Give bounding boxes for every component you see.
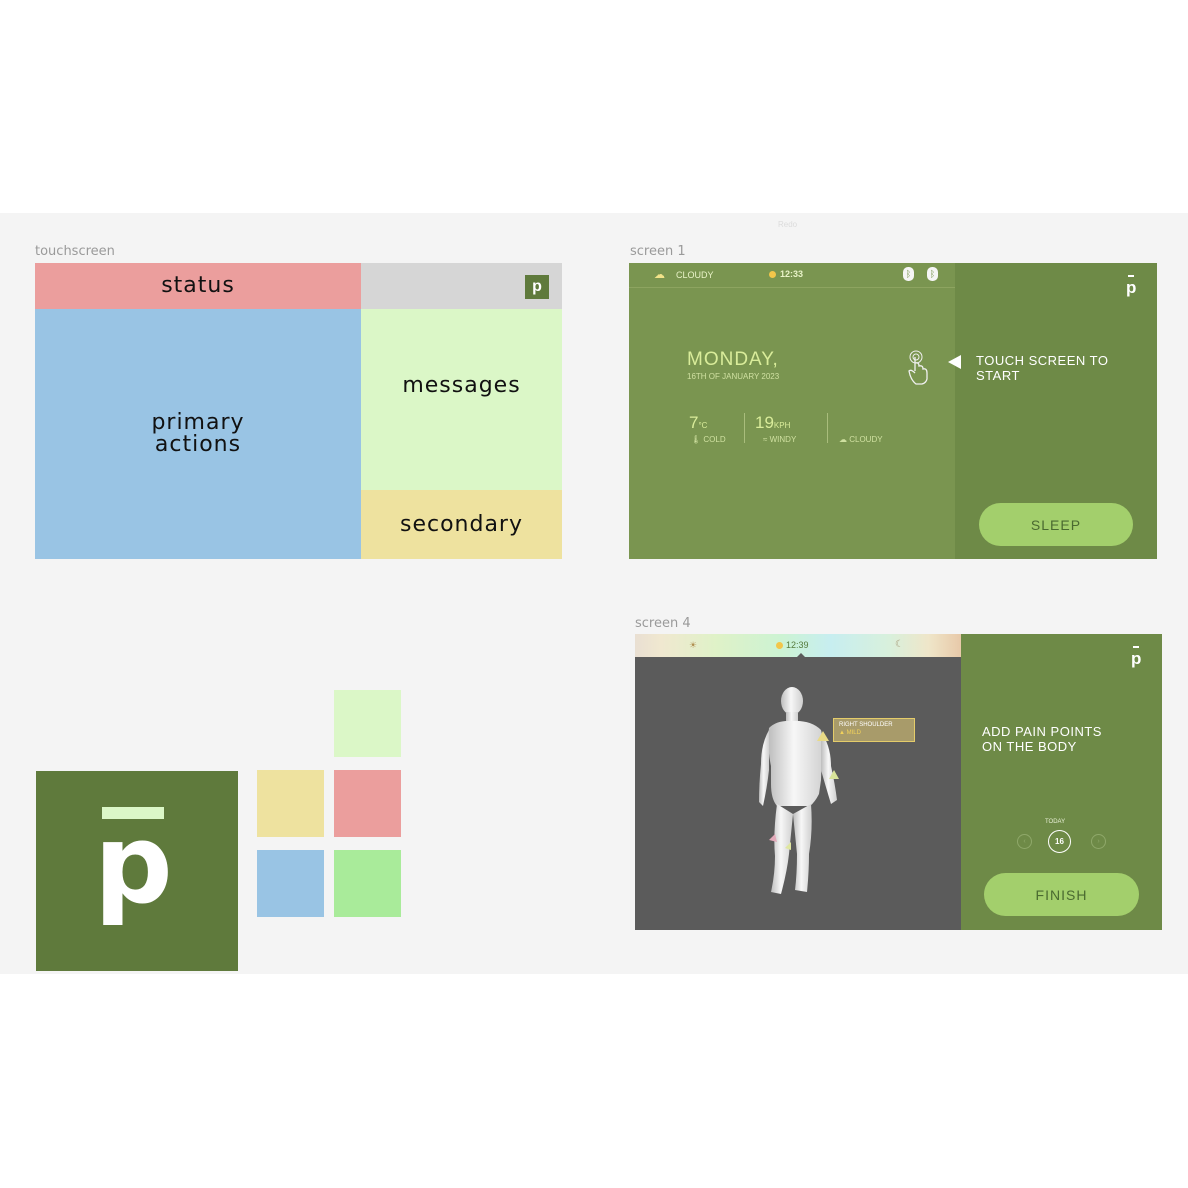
temperature-caption: COLD (703, 435, 726, 444)
wind-caption: WINDY (769, 435, 797, 444)
pain-point-marker[interactable] (829, 770, 839, 779)
sun-icon (769, 271, 776, 278)
pain-point-marker[interactable] (817, 731, 829, 741)
tooltip-level-text: MILD (846, 730, 861, 736)
tooltip-level: ▲ MILD (839, 730, 861, 736)
status-time: 12:33 (780, 269, 804, 279)
messages-region: messages (361, 309, 562, 490)
primary-actions-region: primary actions (35, 309, 361, 559)
swatch-messages-green (334, 690, 401, 757)
touch-prompt: TOUCH SCREEN TO START (976, 353, 1109, 383)
cloudy-icon: ☁ (654, 269, 665, 281)
brand-logo-tile: p (36, 771, 238, 971)
touchscreen-frame[interactable]: status p primary actions messages second… (35, 263, 562, 559)
logo-mark: p (1131, 646, 1142, 668)
cloud-icon: ☁ (839, 435, 847, 444)
swatch-secondary-yellow (257, 770, 324, 837)
day-selector[interactable]: 16 (1048, 830, 1071, 853)
pain-tooltip[interactable]: RIGHT SHOULDER ▲ MILD (833, 718, 915, 742)
windy-caption: ≈ WINDY (763, 435, 796, 444)
sunrise-icon: ☀ (689, 640, 698, 650)
previous-day-button[interactable]: ‹ (1017, 834, 1032, 849)
timeline-marker-icon (797, 653, 805, 657)
swatch-primary-blue (257, 850, 324, 917)
pointer-triangle-icon (948, 355, 961, 369)
moon-icon: ☾ (895, 639, 904, 650)
wind-unit: KPH (773, 421, 791, 430)
stat-divider (744, 413, 745, 443)
body-model[interactable] (755, 684, 845, 904)
thermometer-icon: 🌡 (691, 435, 702, 444)
canvas-title: Redo (778, 220, 798, 229)
next-day-button[interactable]: › (1091, 834, 1106, 849)
wind-icon: ≈ (763, 435, 768, 444)
status-region: status (35, 263, 361, 309)
finish-button[interactable]: FINISH (984, 873, 1139, 916)
tooltip-title: RIGHT SHOULDER (839, 722, 893, 728)
bluetooth-icon: ᛒ (927, 267, 938, 281)
logo-mark: p (1126, 275, 1137, 297)
swatch-status-red (334, 770, 401, 837)
wind-stat: 19KPH ≈ WINDY (755, 413, 796, 444)
screen1-frame[interactable]: ☁ CLOUDY 12:33 ᛒ ᛒ MONDAY, 16TH OF JANUA… (629, 263, 1157, 559)
screen1-frame-label[interactable]: screen 1 (630, 244, 686, 259)
cloud-caption: CLOUDY (849, 435, 883, 444)
logo-badge: p (525, 275, 549, 299)
touch-hand-icon (908, 350, 928, 385)
stat-divider (827, 413, 828, 443)
logo-letter: p (532, 278, 542, 295)
swatch-bright-green (334, 850, 401, 917)
sleep-button[interactable]: SLEEP (979, 503, 1133, 546)
screen4-frame[interactable]: ☀ 12:39 ☾ RIGHT SHOULDER ▲ MILD p ADD PA… (635, 634, 1162, 930)
touchscreen-frame-label[interactable]: touchscreen (35, 244, 115, 259)
date-label: 16TH OF JANUARY 2023 (687, 372, 780, 381)
cold-caption: 🌡 COLD (691, 435, 726, 444)
pain-prompt: ADD PAIN POINTS ON THE BODY (982, 724, 1102, 754)
temperature-unit: °C (698, 421, 708, 430)
today-label: TODAY (1045, 819, 1066, 825)
sun-icon (776, 642, 783, 649)
wind-value: 19 (755, 413, 774, 432)
cloudy-caption: ☁ CLOUDY (839, 435, 883, 444)
status-weather: CLOUDY (676, 270, 714, 280)
timeline-time: 12:39 (786, 640, 809, 650)
screen4-frame-label[interactable]: screen 4 (635, 616, 691, 631)
bluetooth-icon: ᛒ (903, 267, 914, 281)
day-label: MONDAY, (687, 349, 779, 370)
brand-logo-letter: p (94, 800, 173, 928)
temperature-stat: 7°C 🌡 COLD (689, 413, 726, 444)
secondary-region: secondary (361, 490, 562, 559)
